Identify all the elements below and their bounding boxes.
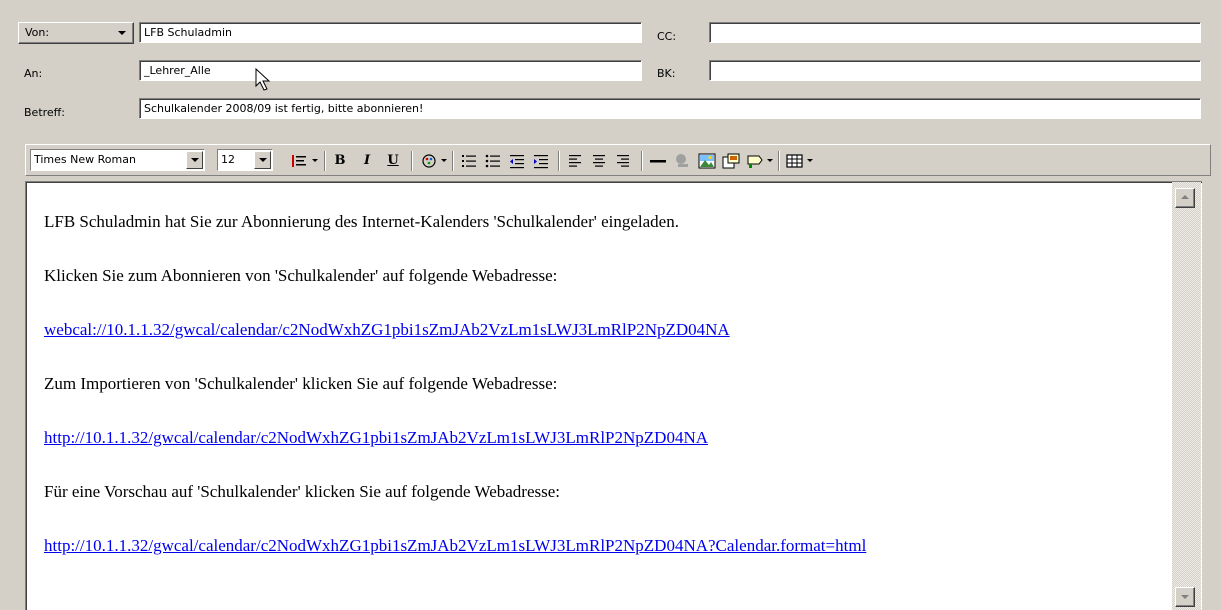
cc-field[interactable] bbox=[709, 22, 1201, 43]
betreff-label: Betreff: bbox=[24, 106, 65, 119]
webcal-link[interactable]: webcal://10.1.1.32/gwcal/calendar/c2NodW… bbox=[44, 320, 730, 339]
scroll-up-button[interactable] bbox=[1175, 188, 1195, 208]
insert-table-icon[interactable] bbox=[784, 150, 806, 172]
body-line-import: Zum Importieren von 'Schulkalender' klic… bbox=[44, 374, 558, 393]
mail-compose-window: Von: LFB Schuladmin CC: An: _Lehrer_Alle… bbox=[0, 0, 1221, 610]
align-left-icon[interactable] bbox=[564, 150, 586, 172]
von-label: Von: bbox=[25, 26, 50, 39]
align-center-icon[interactable] bbox=[588, 150, 610, 172]
body-line-invitation: LFB Schuladmin hat Sie zur Abonnierung d… bbox=[44, 212, 679, 231]
italic-button[interactable]: I bbox=[356, 150, 378, 172]
decrease-indent-icon[interactable] bbox=[506, 150, 528, 172]
message-body-editor[interactable]: LFB Schuladmin hat Sie zur Abonnierung d… bbox=[25, 181, 1202, 610]
bk-label: BK: bbox=[657, 67, 676, 80]
font-size-value: 12 bbox=[221, 153, 235, 166]
body-line-preview: Für eine Vorschau auf 'Schulkalender' kl… bbox=[44, 482, 561, 501]
toolbar-separator bbox=[778, 151, 780, 171]
numbered-list-icon[interactable] bbox=[458, 150, 480, 172]
paragraph-style-icon[interactable] bbox=[288, 150, 310, 172]
toolbar-separator bbox=[411, 151, 413, 171]
import-link[interactable]: http://10.1.1.32/gwcal/calendar/c2NodWxh… bbox=[44, 428, 708, 447]
toolbar-separator bbox=[641, 151, 643, 171]
increase-indent-icon[interactable] bbox=[530, 150, 552, 172]
bullet-list-icon[interactable] bbox=[482, 150, 504, 172]
bk-field[interactable] bbox=[709, 60, 1201, 81]
cc-label: CC: bbox=[657, 30, 677, 43]
chevron-down-icon bbox=[118, 31, 126, 35]
hyperlink-icon[interactable] bbox=[671, 150, 693, 172]
chevron-down-icon[interactable] bbox=[441, 159, 447, 162]
font-color-icon[interactable] bbox=[418, 150, 440, 172]
toolbar-separator bbox=[558, 151, 560, 171]
an-field[interactable]: _Lehrer_Alle bbox=[139, 60, 642, 81]
underline-button[interactable]: U bbox=[382, 150, 404, 172]
font-name-select[interactable]: Times New Roman bbox=[30, 149, 205, 171]
preview-link[interactable]: http://10.1.1.32/gwcal/calendar/c2NodWxh… bbox=[44, 536, 866, 555]
font-name-value: Times New Roman bbox=[34, 153, 136, 166]
an-label: An: bbox=[24, 67, 43, 80]
betreff-field[interactable]: Schulkalender 2008/09 ist fertig, bitte … bbox=[139, 98, 1201, 119]
horizontal-line-icon[interactable] bbox=[647, 150, 669, 172]
chevron-down-icon[interactable] bbox=[186, 151, 203, 169]
von-field[interactable]: LFB Schuladmin bbox=[139, 22, 642, 43]
stationery-icon[interactable] bbox=[744, 150, 766, 172]
mouse-cursor-icon bbox=[255, 68, 271, 91]
scroll-down-button[interactable] bbox=[1175, 587, 1195, 607]
font-size-select[interactable]: 12 bbox=[217, 149, 273, 171]
toolbar-separator bbox=[452, 151, 454, 171]
chevron-down-icon[interactable] bbox=[312, 159, 318, 162]
insert-picture-icon[interactable] bbox=[696, 150, 718, 172]
body-line-subscribe: Klicken Sie zum Abonnieren von 'Schulkal… bbox=[44, 266, 558, 285]
von-button[interactable]: Von: bbox=[18, 22, 134, 44]
formatting-toolbar: Times New Roman 12 B I U bbox=[25, 144, 1211, 176]
chevron-down-icon[interactable] bbox=[254, 151, 271, 169]
insert-object-icon[interactable] bbox=[720, 150, 742, 172]
bold-button[interactable]: B bbox=[329, 150, 351, 172]
chevron-down-icon[interactable] bbox=[807, 159, 813, 162]
toolbar-separator bbox=[324, 151, 326, 171]
message-body: LFB Schuladmin hat Sie zur Abonnierung d… bbox=[44, 212, 1169, 590]
vertical-scrollbar[interactable] bbox=[1172, 182, 1201, 610]
align-right-icon[interactable] bbox=[612, 150, 634, 172]
chevron-down-icon[interactable] bbox=[767, 159, 773, 162]
